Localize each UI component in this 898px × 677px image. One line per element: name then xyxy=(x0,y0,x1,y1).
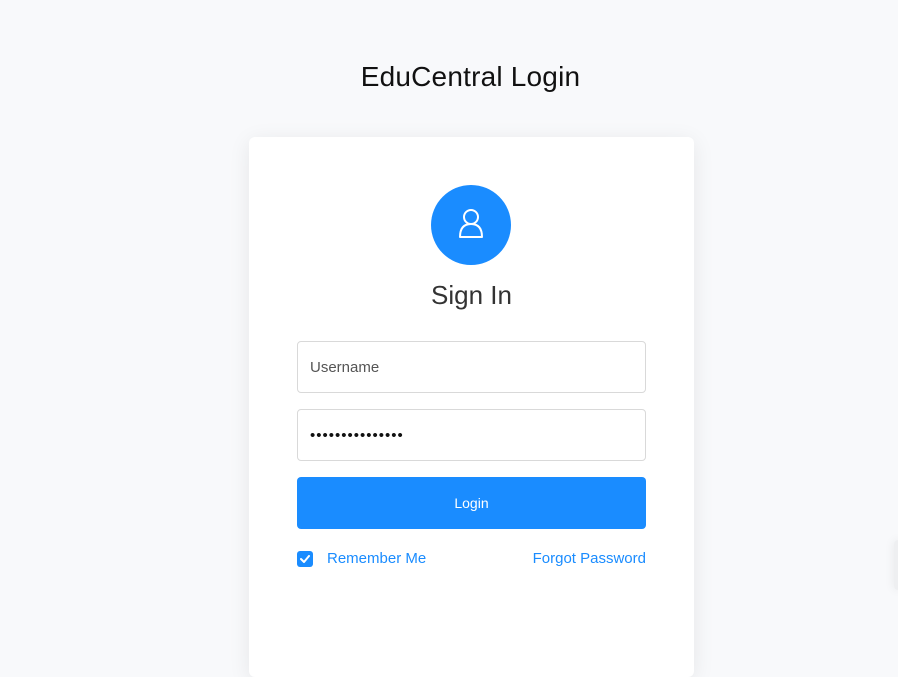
avatar xyxy=(431,185,511,265)
checkbox-checked-icon[interactable] xyxy=(297,550,313,567)
remember-me-label[interactable]: Remember Me xyxy=(327,550,426,567)
forgot-password-link[interactable]: Forgot Password xyxy=(533,550,646,567)
password-field[interactable] xyxy=(297,409,646,461)
edge-handle xyxy=(894,540,898,590)
sign-in-heading: Sign In xyxy=(431,280,512,310)
login-card: Sign In Login Remember Me Forgot Passwor… xyxy=(249,137,694,677)
user-icon xyxy=(457,207,485,244)
remember-me-checkbox[interactable]: Remember Me xyxy=(297,550,426,567)
login-button[interactable]: Login xyxy=(297,477,646,529)
username-field[interactable] xyxy=(297,341,646,393)
page-title: EduCentral Login xyxy=(360,60,581,92)
